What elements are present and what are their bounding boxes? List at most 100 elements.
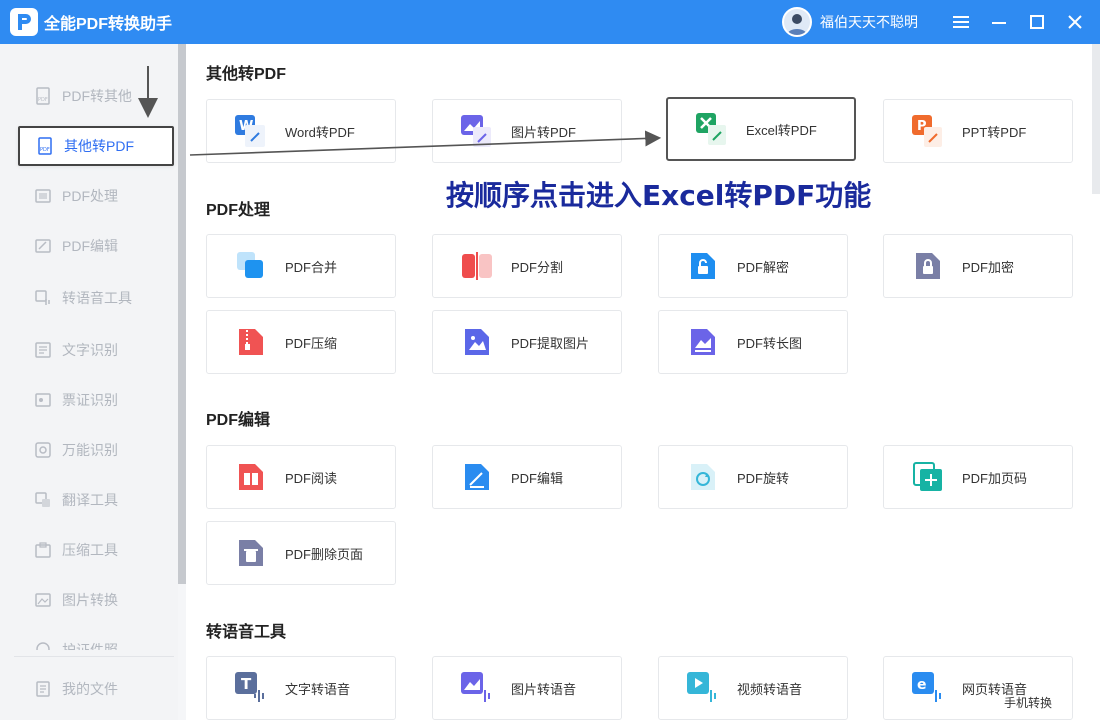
avatar[interactable] <box>782 7 812 37</box>
sidebar-item-label: 文字识别 <box>62 342 118 358</box>
lock-icon <box>912 250 944 282</box>
card-label: PDF加密 <box>962 259 1015 275</box>
sidebar-scrollbar[interactable] <box>178 44 186 584</box>
card-label: 文字转语音 <box>285 681 351 697</box>
split-icon <box>461 250 493 282</box>
sidebar-item-universal[interactable]: 万能识别 <box>18 430 174 470</box>
excel-icon <box>696 113 728 145</box>
extract-image-icon <box>461 326 493 358</box>
section-title-pdf-edit: PDF编辑 <box>206 412 271 429</box>
sidebar-item-pdf-edit[interactable]: PDF编辑 <box>18 226 174 266</box>
card-label: 图片转PDF <box>511 124 577 140</box>
sidebar-item-ocr[interactable]: 文字识别 <box>18 330 174 370</box>
card-pdf-read[interactable]: PDF阅读 <box>206 445 396 509</box>
app-title: 全能PDF转换助手 <box>44 16 173 33</box>
sidebar-item-image-convert[interactable]: 图片转换 <box>18 580 174 620</box>
sidebar-item-ticket[interactable]: 票证识别 <box>18 380 174 420</box>
card-pdf-extract-images[interactable]: PDF提取图片 <box>432 310 622 374</box>
sidebar-item-label: 图片转换 <box>62 592 118 608</box>
main-scrollbar[interactable] <box>1092 44 1100 194</box>
card-label: PDF合并 <box>285 259 338 275</box>
video-voice-icon <box>687 672 719 704</box>
card-pdf-edit[interactable]: PDF编辑 <box>432 445 622 509</box>
sidebar-item-pdf-process[interactable]: PDF处理 <box>18 176 174 216</box>
card-label: PDF提取图片 <box>511 335 590 351</box>
card-pdf-delete-page[interactable]: PDF删除页面 <box>206 521 396 585</box>
card-pdf-encrypt[interactable]: PDF加密 <box>883 234 1073 298</box>
section-title-voice-tools: 转语音工具 <box>206 624 287 641</box>
card-pdf-add-page-number[interactable]: PDF加页码 <box>883 445 1073 509</box>
ocr-icon <box>34 341 52 359</box>
card-label: PDF阅读 <box>285 470 338 486</box>
sidebar-item-my-files[interactable]: 我的文件 <box>18 669 174 709</box>
sidebar-item-label: 票证识别 <box>62 392 118 408</box>
title-bar: 全能PDF转换助手 福伯天天不聪明 <box>0 0 1100 44</box>
sidebar-item-voice[interactable]: 转语音工具 <box>18 278 174 318</box>
sidebar-item-label: 翻译工具 <box>62 492 118 508</box>
card-video-to-speech[interactable]: 视频转语音 <box>658 656 848 720</box>
card-pdf-decrypt[interactable]: PDF解密 <box>658 234 848 298</box>
username[interactable]: 福伯天天不聪明 <box>820 12 918 32</box>
svg-text:PDF: PDF <box>38 97 48 103</box>
sidebar-item-label: 万能识别 <box>62 442 118 458</box>
card-label: PDF压缩 <box>285 335 338 351</box>
folder-icon <box>34 680 52 698</box>
card-label: PDF旋转 <box>737 470 790 486</box>
card-word-to-pdf[interactable]: W Word转PDF <box>206 99 396 163</box>
card-pdf-split[interactable]: PDF分割 <box>432 234 622 298</box>
card-label: PDF删除页面 <box>285 546 364 562</box>
card-label: PDF转长图 <box>737 335 803 351</box>
section-title-other-to-pdf: 其他转PDF <box>206 66 287 83</box>
sidebar-item-label: PDF处理 <box>62 188 118 204</box>
card-label: Word转PDF <box>285 124 355 140</box>
sidebar-divider <box>14 656 174 657</box>
image-voice-icon <box>461 672 493 704</box>
merge-icon <box>235 250 267 282</box>
menu-icon[interactable] <box>942 0 980 44</box>
trash-icon <box>235 537 267 569</box>
sidebar-item-label: 我的文件 <box>62 681 118 697</box>
card-pdf-rotate[interactable]: PDF旋转 <box>658 445 848 509</box>
pdf-export-icon: PDF <box>34 87 52 105</box>
zip-icon <box>235 326 267 358</box>
sidebar-item-label: 护证件照 <box>62 642 118 650</box>
card-label: PDF编辑 <box>511 470 564 486</box>
pdf-process-icon <box>34 187 52 205</box>
read-icon <box>235 461 267 493</box>
card-pdf-to-long-image[interactable]: PDF转长图 <box>658 310 848 374</box>
svg-text:T: T <box>241 675 252 693</box>
unlock-icon <box>687 250 719 282</box>
sidebar-item-translate[interactable]: 翻译工具 <box>18 480 174 520</box>
word-icon: W <box>235 115 267 147</box>
card-label: PDF分割 <box>511 259 564 275</box>
card-pdf-merge[interactable]: PDF合并 <box>206 234 396 298</box>
card-pdf-compress[interactable]: PDF压缩 <box>206 310 396 374</box>
text-voice-icon: T <box>235 672 267 704</box>
card-image-to-pdf[interactable]: 图片转PDF <box>432 99 622 163</box>
pdf-edit-icon <box>34 237 52 255</box>
card-ppt-to-pdf[interactable]: P PPT转PDF <box>883 99 1073 163</box>
edit-icon <box>461 461 493 493</box>
sidebar-item-id-photo[interactable]: 护证件照 <box>18 628 174 650</box>
ppt-icon: P <box>912 115 944 147</box>
card-image-to-speech[interactable]: 图片转语音 <box>432 656 622 720</box>
long-image-icon <box>687 326 719 358</box>
maximize-icon[interactable] <box>1018 0 1056 44</box>
sidebar-item-pdf-to-other[interactable]: PDF PDF转其他 <box>18 76 174 116</box>
card-label: Excel转PDF <box>746 122 817 138</box>
ticket-icon <box>34 391 52 409</box>
pdf-import-icon: PDF <box>36 137 54 155</box>
sidebar: PDF PDF转其他 PDF 其他转PDF PDF处理 PDF编辑 转语音工具 … <box>0 44 178 720</box>
card-label: 图片转语音 <box>511 681 577 697</box>
close-icon[interactable] <box>1056 0 1094 44</box>
card-text-to-speech[interactable]: T 文字转语音 <box>206 656 396 720</box>
card-label: 视频转语音 <box>737 681 803 697</box>
sidebar-item-other-to-pdf[interactable]: PDF 其他转PDF <box>18 126 174 166</box>
sidebar-item-label: PDF编辑 <box>62 238 118 254</box>
sidebar-item-label: 其他转PDF <box>64 138 134 154</box>
card-excel-to-pdf[interactable]: Excel转PDF <box>666 97 856 161</box>
sidebar-item-compress[interactable]: 压缩工具 <box>18 530 174 570</box>
web-voice-icon: e <box>912 672 944 704</box>
card-label: PDF加页码 <box>962 470 1028 486</box>
minimize-icon[interactable] <box>980 0 1018 44</box>
